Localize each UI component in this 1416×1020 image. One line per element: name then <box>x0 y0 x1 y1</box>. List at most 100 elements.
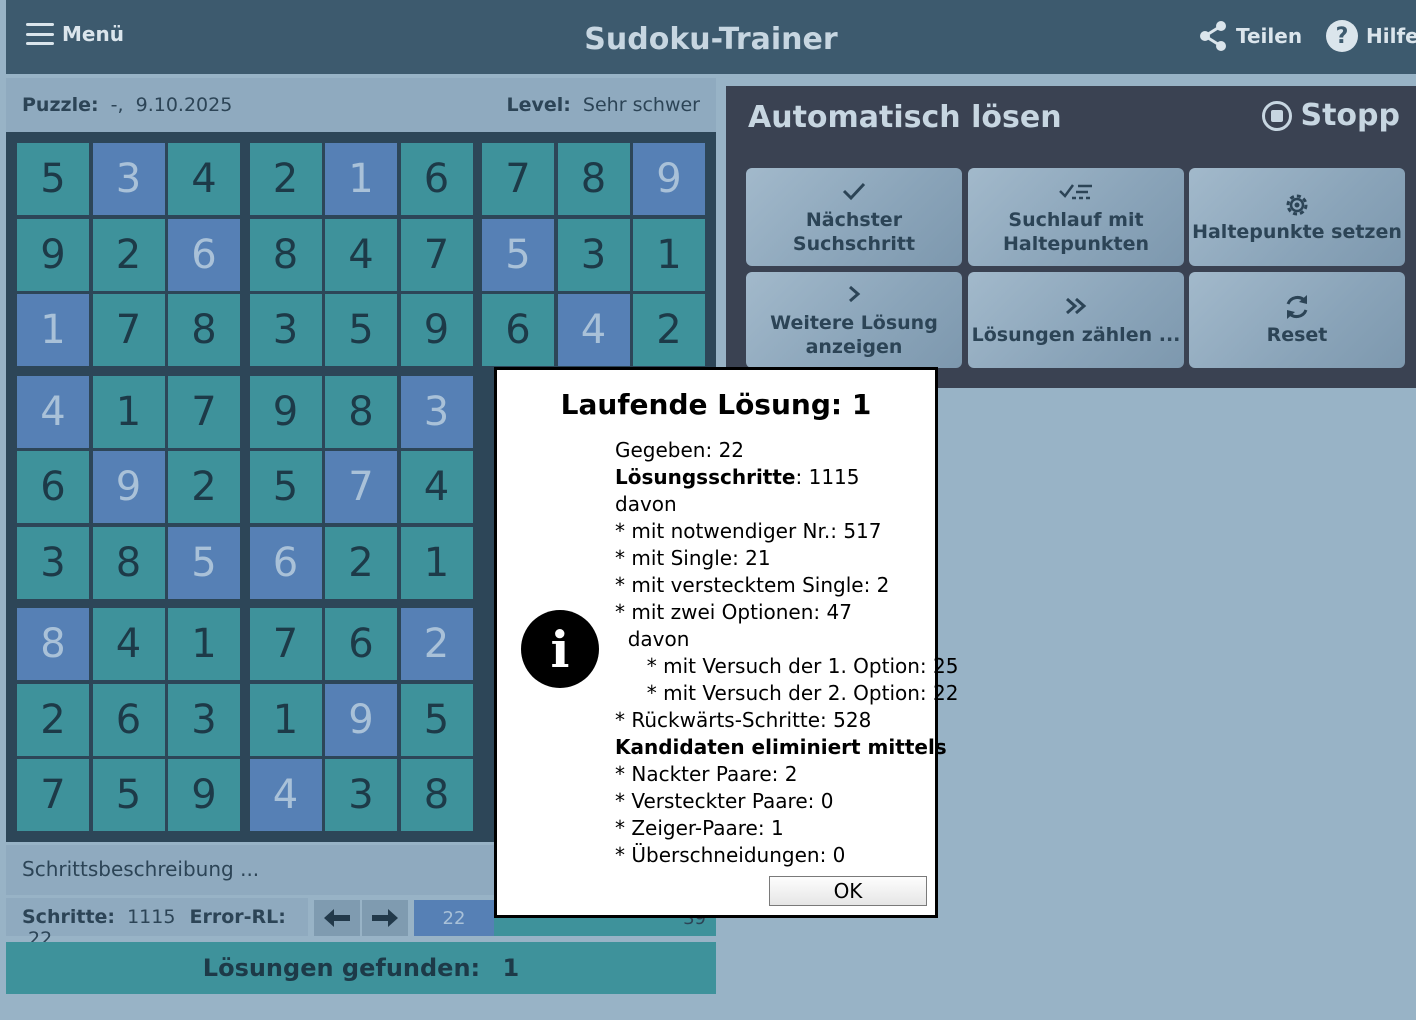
sudoku-cell[interactable]: 8 <box>92 526 165 599</box>
help-label: Hilfe <box>1366 24 1416 48</box>
sudoku-cell[interactable]: 1 <box>249 683 322 756</box>
sudoku-cell[interactable]: 7 <box>400 218 473 291</box>
dialog-line: * mit verstecktem Single: 2 <box>615 572 958 599</box>
sudoku-cell[interactable]: 5 <box>400 683 473 756</box>
sudoku-cell[interactable]: 3 <box>557 218 630 291</box>
show-next-solution-label: Weitere Lösung anzeigen <box>770 312 938 358</box>
sudoku-cell[interactable]: 4 <box>400 451 473 523</box>
arrow-right-icon <box>372 909 398 927</box>
sudoku-cell[interactable]: 7 <box>168 375 240 448</box>
sudoku-cell[interactable]: 9 <box>633 143 705 215</box>
sudoku-cell[interactable]: 2 <box>400 608 473 680</box>
set-breakpoints-button[interactable]: Haltepunkte setzen <box>1189 168 1405 266</box>
sudoku-cell[interactable]: 2 <box>633 294 705 366</box>
dialog-line: * mit Versuch der 2. Option: 22 <box>615 680 959 707</box>
puzzle-info-bar: Puzzle: -, 9.10.2025 Level: Sehr schwer <box>6 78 716 132</box>
stop-button[interactable]: Stopp <box>1262 98 1400 133</box>
panel-title: Automatisch lösen <box>748 100 1062 135</box>
sudoku-cell[interactable]: 2 <box>325 526 397 599</box>
ok-button[interactable]: OK <box>769 876 927 906</box>
sudoku-cell[interactable]: 3 <box>325 759 397 831</box>
sudoku-cell[interactable]: 2 <box>17 683 89 756</box>
sudoku-cell[interactable]: 7 <box>249 608 322 680</box>
sudoku-cell[interactable]: 8 <box>168 294 240 366</box>
help-button[interactable]: ? Hilfe <box>1326 20 1416 52</box>
sudoku-cell[interactable]: 3 <box>17 526 89 599</box>
sudoku-cell[interactable]: 9 <box>92 451 165 523</box>
sudoku-cell[interactable]: 1 <box>92 375 165 448</box>
sudoku-cell[interactable]: 4 <box>557 294 630 366</box>
sudoku-cell[interactable]: 6 <box>325 608 397 680</box>
dialog-line: * mit notwendiger Nr.: 517 <box>615 518 958 545</box>
sudoku-cell[interactable]: 2 <box>168 451 240 523</box>
sudoku-cell[interactable]: 5 <box>168 526 240 599</box>
sudoku-cell[interactable]: 1 <box>17 294 89 366</box>
steps-label: Schritte: <box>22 906 116 928</box>
sudoku-cell[interactable]: 9 <box>17 218 89 291</box>
sudoku-cell[interactable]: 1 <box>325 143 397 215</box>
sudoku-cell[interactable]: 7 <box>325 451 397 523</box>
sudoku-cell[interactable]: 5 <box>325 294 397 366</box>
dialog-line-text: * mit Versuch der 2. Option: 22 <box>615 681 959 705</box>
sudoku-cell[interactable]: 5 <box>92 759 165 831</box>
sudoku-cell[interactable]: 3 <box>92 143 165 215</box>
share-button[interactable]: Teilen <box>1198 20 1302 52</box>
sudoku-cell[interactable]: 8 <box>249 218 322 291</box>
dialog-line-text: Gegeben: 22 <box>615 438 745 462</box>
dialog-line: * mit Versuch der 1. Option: 25 <box>615 653 959 680</box>
sudoku-cell[interactable]: 4 <box>168 143 240 215</box>
count-solutions-button[interactable]: Lösungen zählen ... <box>968 272 1184 368</box>
sudoku-cell[interactable]: 6 <box>249 526 322 599</box>
sudoku-cell[interactable]: 4 <box>17 375 89 448</box>
sudoku-cell[interactable]: 6 <box>482 294 554 366</box>
sudoku-cell[interactable]: 5 <box>482 218 554 291</box>
dialog-line: davon <box>615 491 958 518</box>
dialog-line-text: * Überschneidungen: 0 <box>615 843 846 867</box>
dialog-line: * mit Single: 21 <box>615 545 958 572</box>
sudoku-cell[interactable]: 7 <box>482 143 554 215</box>
sudoku-cell[interactable]: 2 <box>92 218 165 291</box>
puzzle-info: Puzzle: -, 9.10.2025 <box>22 94 232 116</box>
sudoku-cell[interactable]: 9 <box>325 683 397 756</box>
sudoku-cell[interactable]: 8 <box>400 759 473 831</box>
sudoku-cell[interactable]: 1 <box>633 218 705 291</box>
dialog-line: Lösungsschritte: 1115 <box>615 464 958 491</box>
sudoku-cell[interactable]: 3 <box>168 683 240 756</box>
sudoku-cell[interactable]: 9 <box>168 759 240 831</box>
count-solutions-label: Lösungen zählen ... <box>971 324 1181 346</box>
sudoku-cell[interactable]: 1 <box>400 526 473 599</box>
sudoku-cell[interactable]: 2 <box>249 143 322 215</box>
sudoku-cell[interactable]: 7 <box>92 294 165 366</box>
sudoku-cell[interactable]: 6 <box>168 218 240 291</box>
sudoku-cell[interactable]: 8 <box>557 143 630 215</box>
step-forward-button[interactable] <box>362 900 408 936</box>
sudoku-cell[interactable]: 8 <box>325 375 397 448</box>
sudoku-cell[interactable]: 4 <box>92 608 165 680</box>
sudoku-cell[interactable]: 4 <box>249 759 322 831</box>
sudoku-cell[interactable]: 6 <box>17 451 89 523</box>
sudoku-cell[interactable]: 6 <box>400 143 473 215</box>
sudoku-cell[interactable]: 8 <box>17 608 89 680</box>
reset-button[interactable]: Reset <box>1189 272 1405 368</box>
dialog-line-text: * mit notwendiger Nr.: 517 <box>615 519 882 543</box>
sudoku-cell[interactable]: 5 <box>17 143 89 215</box>
sudoku-cell[interactable]: 3 <box>249 294 322 366</box>
dialog-line: Kandidaten eliminiert mittels <box>615 734 958 761</box>
sudoku-cell[interactable]: 4 <box>325 218 397 291</box>
next-step-button[interactable]: Nächster Suchschritt <box>746 168 962 266</box>
step-back-button[interactable] <box>314 900 360 936</box>
refresh-icon <box>1283 293 1311 323</box>
show-next-solution-button[interactable]: Weitere Lösung anzeigen <box>746 272 962 368</box>
dialog-line-bold: Kandidaten eliminiert mittels <box>615 735 947 759</box>
sudoku-cell[interactable]: 9 <box>400 294 473 366</box>
sudoku-cell[interactable]: 7 <box>17 759 89 831</box>
dialog-line: * Rückwärts-Schritte: 528 <box>615 707 958 734</box>
sudoku-cell[interactable]: 1 <box>168 608 240 680</box>
breakpoint-run-button[interactable]: Suchlauf mit Haltepunkten <box>968 168 1184 266</box>
sudoku-cell[interactable]: 3 <box>400 375 473 448</box>
info-icon: i <box>521 610 599 688</box>
sudoku-cell[interactable]: 6 <box>92 683 165 756</box>
sudoku-cell[interactable]: 9 <box>249 375 322 448</box>
breakpoint-run-label: Suchlauf mit Haltepunkten <box>1003 209 1149 255</box>
sudoku-cell[interactable]: 5 <box>249 451 322 523</box>
